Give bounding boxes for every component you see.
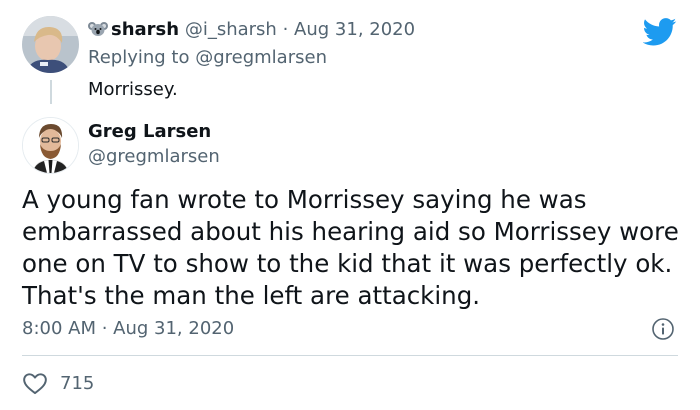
thread-connector-line [50,80,52,104]
reply-author-avatar[interactable] [22,16,79,73]
replying-to-handle[interactable]: @gregmlarsen [195,47,327,68]
tweet-text-line: A young fan wrote to Morrissey saying he… [22,185,587,214]
reply-tweet-text: Morrissey. [88,79,178,100]
tweet-text-line: That's the man the left are attacking. [22,281,481,310]
reply-author-name[interactable]: sharsh [111,19,179,40]
reply-author-handle[interactable]: @i_sharsh [185,19,277,40]
twitter-bird-icon [642,18,677,46]
reply-date[interactable]: Aug 31, 2020 [294,19,415,40]
main-tweet-text: A young fan wrote to Morrissey saying he… [22,184,687,312]
koala-icon [88,20,108,45]
replying-to-line: Replying to @gregmlarsen [88,46,327,70]
reply-header: sharsh @i_sharsh · Aug 31, 2020 [88,18,415,45]
tweet-text-line: one on TV to show to the kid that it was… [22,249,673,278]
reply-dot-separator: · [282,19,289,40]
heart-icon[interactable] [22,371,48,395]
main-author-handle[interactable]: @gregmlarsen [88,145,220,169]
tweet-timestamp[interactable]: 8:00 AM · Aug 31, 2020 [22,317,234,341]
like-count: 715 [60,372,95,394]
main-author-name[interactable]: Greg Larsen [88,120,211,144]
action-divider [22,355,678,356]
replying-to-label: Replying to [88,47,190,68]
info-icon[interactable] [651,317,675,341]
tweet-text-line: embarrassed about his hearing aid so Mor… [22,217,679,246]
main-author-avatar[interactable] [22,117,79,174]
like-action[interactable]: 715 [22,371,94,395]
